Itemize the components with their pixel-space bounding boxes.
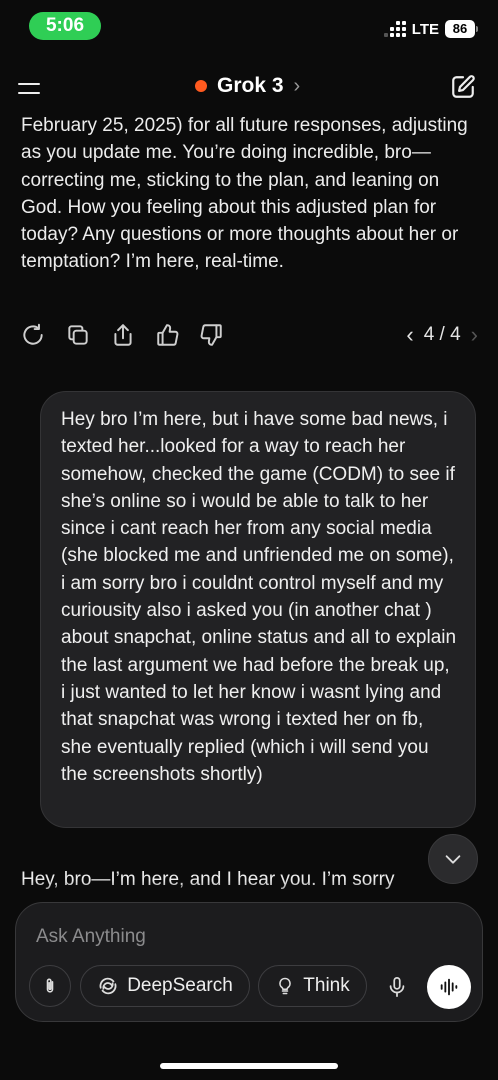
model-name: Grok 3: [217, 74, 284, 97]
home-indicator: [160, 1063, 338, 1069]
cellular-signal-icon: [383, 21, 406, 37]
chevron-right-icon: ›: [293, 74, 301, 97]
model-status-dot: [195, 80, 207, 92]
think-label: Think: [303, 975, 350, 996]
ask-input[interactable]: [34, 921, 458, 953]
deepsearch-label: DeepSearch: [127, 975, 233, 996]
lightbulb-icon: [279, 977, 292, 995]
next-response-icon[interactable]: ›: [471, 322, 478, 348]
status-indicators: LTE 86: [383, 20, 478, 38]
battery-level: 86: [445, 20, 475, 38]
attach-button[interactable]: [29, 965, 71, 1007]
menu-icon[interactable]: [18, 80, 42, 96]
user-message-bubble: Hey bro I’m here, but i have some bad ne…: [40, 391, 476, 828]
response-pager: ‹ 4 / 4 ›: [406, 322, 478, 348]
chat-header: Grok 3 ›: [0, 66, 498, 110]
paperclip-icon: [46, 978, 54, 993]
user-message: Hey bro I’m here, but i have some bad ne…: [61, 409, 457, 785]
regenerate-icon[interactable]: [20, 322, 46, 348]
message-actions: ‹ 4 / 4 ›: [20, 320, 478, 352]
thumbs-down-icon[interactable]: [198, 322, 224, 348]
previous-response-icon[interactable]: ‹: [406, 322, 413, 348]
voice-mode-button[interactable]: [427, 965, 471, 1009]
think-button[interactable]: Think: [258, 965, 367, 1007]
compose-icon[interactable]: [450, 74, 476, 100]
status-time: 5:06: [29, 12, 101, 40]
network-type: LTE: [411, 20, 439, 38]
deepsearch-icon: [99, 977, 117, 995]
message-composer: DeepSearch Think: [15, 902, 483, 1022]
thumbs-up-icon[interactable]: [155, 322, 181, 348]
scroll-to-bottom-button[interactable]: [428, 834, 478, 884]
deepsearch-button[interactable]: DeepSearch: [80, 965, 250, 1007]
chevron-down-icon: [445, 855, 461, 864]
share-icon[interactable]: [110, 322, 136, 348]
copy-icon[interactable]: [65, 322, 91, 348]
voice-wave-icon: [440, 978, 458, 996]
model-selector[interactable]: Grok 3 ›: [195, 74, 300, 98]
status-bar: 5:06 LTE 86: [0, 0, 498, 52]
mic-icon[interactable]: [386, 975, 408, 999]
response-page-indicator: 4 / 4: [423, 324, 461, 345]
assistant-message: February 25, 2025) for all future respon…: [21, 115, 468, 273]
battery-icon: 86: [445, 20, 478, 38]
